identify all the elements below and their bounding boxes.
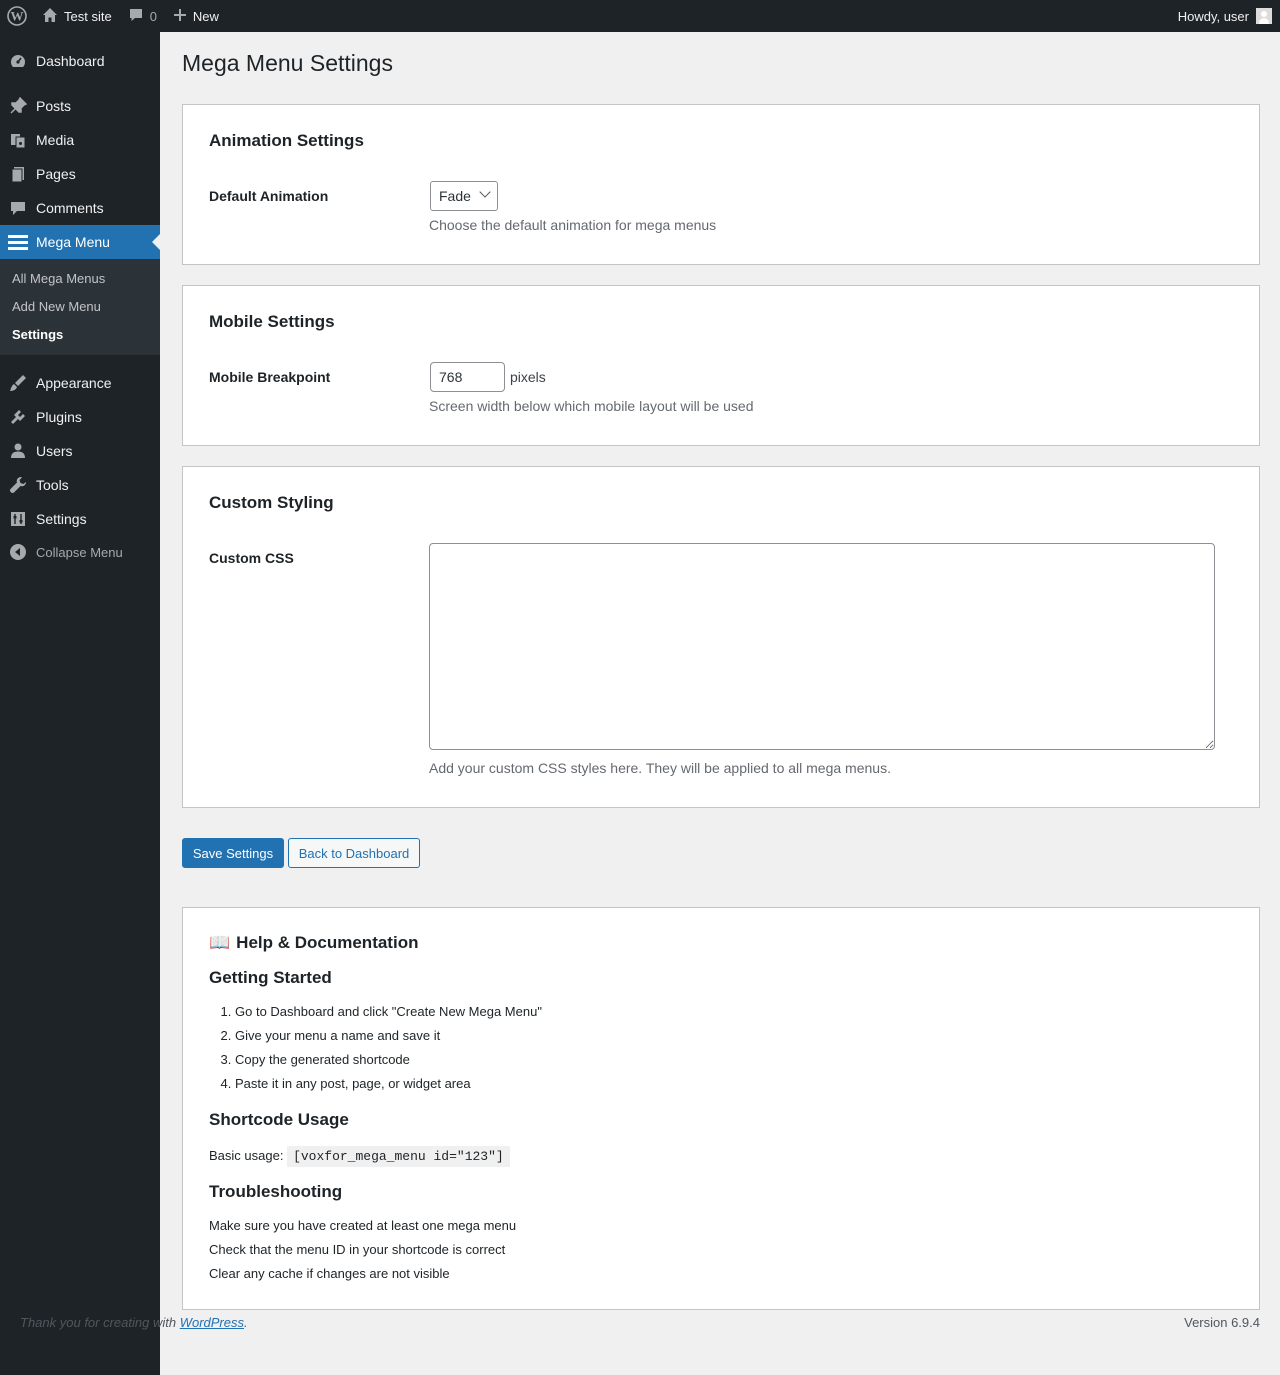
chevron-down-icon — [479, 186, 491, 198]
sidebar-item-mega-menu[interactable]: Mega Menu — [0, 225, 160, 259]
mobile-breakpoint-input[interactable] — [430, 362, 505, 392]
basic-usage-line: Basic usage: [voxfor_mega_menu id="123"] — [209, 1146, 510, 1167]
wordpress-link[interactable]: WordPress — [180, 1315, 244, 1330]
sidebar-item-comments[interactable]: Comments — [0, 191, 160, 225]
sidebar-item-plugins[interactable]: Plugins — [0, 400, 160, 434]
wrench-icon — [0, 476, 36, 494]
animation-settings-heading: Animation Settings — [209, 131, 364, 150]
default-animation-select[interactable]: Fade — [430, 181, 498, 211]
plugin-icon — [0, 408, 36, 426]
comment-count: 0 — [149, 8, 157, 24]
help-title: 📖 Help & Documentation — [209, 933, 418, 953]
getting-started-heading: Getting Started — [209, 968, 332, 987]
submenu-all-mega-menus[interactable]: All Mega Menus — [12, 271, 105, 286]
new-content-link[interactable]: New — [165, 0, 227, 32]
media-icon — [0, 131, 36, 149]
list-item: Paste it in any post, page, or widget ar… — [235, 1076, 542, 1100]
footer-version: Version 6.9.4 — [1184, 1315, 1260, 1330]
book-icon: 📖 — [209, 933, 231, 952]
default-animation-description: Choose the default animation for mega me… — [429, 217, 717, 233]
submenu-settings[interactable]: Settings — [12, 327, 63, 342]
menu-icon — [0, 233, 36, 251]
tip-line: Check that the menu ID in your shortcode… — [209, 1242, 506, 1257]
help-title-text: Help & Documentation — [236, 933, 419, 952]
new-label: New — [192, 8, 219, 24]
basic-usage-label: Basic usage: — [209, 1148, 284, 1163]
collapse-arrow-icon — [0, 543, 36, 561]
user-icon — [0, 442, 36, 460]
tip-line: Make sure you have created at least one … — [209, 1218, 517, 1233]
brush-icon — [0, 374, 36, 392]
shortcode-usage-heading: Shortcode Usage — [209, 1110, 349, 1129]
back-to-dashboard-button[interactable]: Back to Dashboard — [288, 838, 420, 868]
collapse-menu-button[interactable]: Collapse Menu — [0, 535, 160, 569]
mobile-settings-card: Mobile Settings Mobile Breakpoint pixels… — [182, 285, 1260, 446]
sidebar-item-media[interactable]: Media — [0, 123, 160, 157]
sidebar-item-posts[interactable]: Posts — [0, 89, 160, 123]
sidebar-item-appearance[interactable]: Appearance — [0, 366, 160, 400]
help-documentation-card: 📖 Help & Documentation Getting Started Go… — [182, 907, 1260, 1310]
list-item: Copy the generated shortcode — [235, 1052, 542, 1076]
comments-link[interactable]: 0 — [120, 0, 165, 32]
footer-thanks: Thank you for creating with WordPress. — [20, 1315, 248, 1330]
plus-icon — [173, 8, 187, 25]
home-icon — [42, 7, 58, 26]
pushpin-icon — [0, 97, 36, 115]
animation-settings-card: Animation Settings Default Animation Fad… — [182, 104, 1260, 265]
mobile-breakpoint-description: Screen width below which mobile layout w… — [429, 398, 754, 414]
custom-css-textarea[interactable] — [429, 543, 1215, 750]
site-name: Test site — [64, 8, 112, 24]
mobile-breakpoint-label: Mobile Breakpoint — [209, 369, 331, 385]
shortcode-example: [voxfor_mega_menu id="123"] — [287, 1146, 510, 1167]
sidebar-item-users[interactable]: Users — [0, 434, 160, 468]
list-item: Give your menu a name and save it — [235, 1028, 542, 1052]
comment-icon — [0, 199, 36, 217]
pages-icon — [0, 165, 36, 183]
dashboard-icon — [0, 52, 36, 70]
save-settings-button[interactable]: Save Settings — [182, 838, 284, 868]
pixels-unit-label: pixels — [510, 369, 546, 385]
admin-sidebar: Dashboard Posts Media Pages Comments Meg… — [0, 32, 160, 1375]
getting-started-steps: Go to Dashboard and click "Create New Me… — [209, 1004, 542, 1100]
custom-css-label: Custom CSS — [209, 550, 294, 566]
howdy-greeting: Howdy, user — [1177, 8, 1249, 24]
wordpress-logo-icon[interactable]: W — [0, 0, 34, 32]
tip-line: Clear any cache if changes are not visib… — [209, 1266, 450, 1281]
admin-bar: W Test site 0 New Howdy, user — [0, 0, 1280, 32]
svg-text:W: W — [11, 9, 24, 24]
submenu-add-new-menu[interactable]: Add New Menu — [12, 299, 101, 314]
sidebar-item-settings[interactable]: Settings — [0, 502, 160, 536]
my-account[interactable]: Howdy, user — [1178, 8, 1280, 24]
comment-bubble-icon — [128, 7, 144, 26]
sidebar-item-dashboard[interactable]: Dashboard — [0, 44, 160, 78]
list-item: Go to Dashboard and click "Create New Me… — [235, 1004, 542, 1028]
footer-thanks-text: Thank you for creating with — [20, 1315, 177, 1330]
sidebar-item-tools[interactable]: Tools — [0, 468, 160, 502]
footer-thanks-suffix: . — [244, 1315, 248, 1330]
custom-styling-heading: Custom Styling — [209, 493, 334, 512]
site-name-link[interactable]: Test site — [34, 0, 120, 32]
settings-icon — [0, 510, 36, 528]
troubleshooting-heading: Troubleshooting — [209, 1182, 343, 1201]
default-animation-value: Fade — [439, 188, 471, 204]
sidebar-item-pages[interactable]: Pages — [0, 157, 160, 191]
mega-menu-submenu: All Mega Menus Add New Menu Settings — [0, 259, 160, 355]
page-title: Mega Menu Settings — [182, 50, 393, 76]
custom-styling-card: Custom Styling Custom CSS Add your custo… — [182, 466, 1260, 808]
custom-css-description: Add your custom CSS styles here. They wi… — [429, 760, 891, 776]
mobile-settings-heading: Mobile Settings — [209, 312, 335, 331]
default-animation-label: Default Animation — [209, 188, 329, 204]
avatar — [1256, 8, 1272, 24]
